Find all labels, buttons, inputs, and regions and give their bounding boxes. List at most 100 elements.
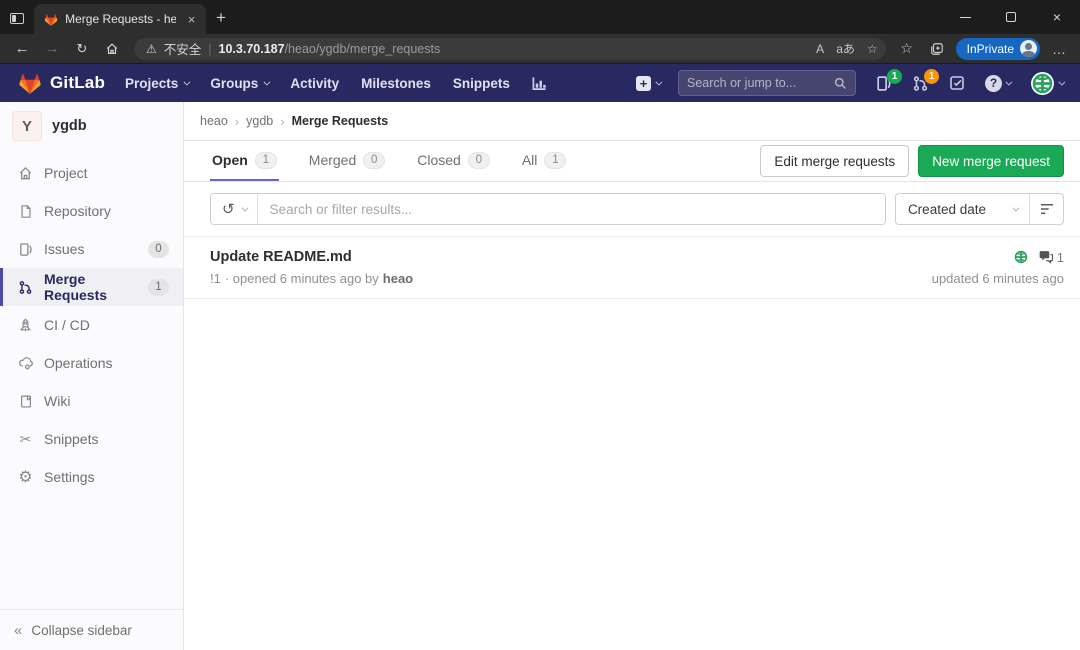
main-content: heao › ygdb › Merge Requests Open 1 Merg…: [184, 102, 1080, 650]
sidebar-item-issues[interactable]: Issues 0: [0, 230, 183, 268]
mr-comments-link[interactable]: 1: [1038, 250, 1064, 265]
issues-count-badge: 1: [887, 69, 902, 84]
back-icon[interactable]: ←: [8, 40, 36, 57]
tab-merged-label: Merged: [309, 152, 356, 168]
profile-avatar: [1020, 40, 1037, 57]
security-warning-icon[interactable]: ⚠: [146, 42, 157, 56]
merge-request-row[interactable]: Update README.md !1 · opened 6 minutes a…: [184, 237, 1080, 299]
sidebar-item-settings[interactable]: ⚙ Settings: [0, 458, 183, 496]
new-merge-request-button[interactable]: New merge request: [918, 145, 1064, 177]
gitlab-logo[interactable]: GitLab: [10, 71, 113, 95]
read-aloud-icon[interactable]: A: [816, 42, 824, 56]
tab-open-count: 1: [255, 152, 277, 169]
chevron-down-icon: [1005, 78, 1012, 85]
minimize-icon: [960, 17, 971, 18]
inprivate-badge[interactable]: InPrivate: [956, 38, 1040, 60]
favorites-icon[interactable]: ☆: [894, 40, 920, 57]
mr-author-link[interactable]: heao: [383, 271, 413, 286]
sort-dropdown[interactable]: Created date: [896, 194, 1029, 224]
tab-title: Merge Requests - heao / ygdb · GitLab: [65, 12, 176, 26]
tab-open[interactable]: Open 1: [210, 141, 279, 181]
issues-icon: [17, 242, 34, 257]
nav-activity[interactable]: Activity: [280, 64, 349, 102]
mr-title-link[interactable]: Update README.md: [210, 249, 932, 265]
tab-all[interactable]: All 1: [520, 141, 569, 181]
sidebar-item-label: Issues: [44, 241, 84, 257]
sidebar-project-link[interactable]: Y ygdb: [0, 102, 183, 150]
new-menu-button[interactable]: +: [630, 76, 666, 91]
home-icon[interactable]: [98, 42, 126, 56]
project-name: ygdb: [52, 118, 87, 134]
history-icon: ↺: [222, 200, 235, 218]
todos-button[interactable]: [942, 73, 972, 93]
home-icon: [17, 166, 34, 181]
merge-requests-dashboard-button[interactable]: 1: [905, 73, 936, 94]
mr-comments-count: 1: [1057, 250, 1064, 265]
close-button[interactable]: ×: [1034, 0, 1080, 34]
issues-dashboard-button[interactable]: 1: [868, 73, 899, 94]
sidebar-item-ci-cd[interactable]: CI / CD: [0, 306, 183, 344]
forward-icon[interactable]: →: [38, 40, 66, 57]
breadcrumb-group-link[interactable]: heao: [200, 114, 228, 128]
sidebar-item-repository[interactable]: Repository: [0, 192, 183, 230]
project-sidebar: Y ygdb Project Repository Issues 0 Merge…: [0, 102, 184, 650]
sidebar-item-project[interactable]: Project: [0, 154, 183, 192]
browser-tab[interactable]: Merge Requests - heao / ygdb · GitLab ×: [34, 4, 206, 34]
browser-menu-icon[interactable]: …: [1046, 41, 1072, 57]
maximize-button[interactable]: [988, 0, 1034, 34]
sidebar-item-snippets[interactable]: ✂ Snippets: [0, 420, 183, 458]
global-search-input[interactable]: [687, 76, 828, 90]
add-favorite-icon[interactable]: ☆: [867, 42, 878, 56]
minimize-button[interactable]: [942, 0, 988, 34]
collapse-label: Collapse sidebar: [31, 623, 132, 638]
translate-icon[interactable]: aあ: [836, 40, 855, 57]
user-menu-button[interactable]: [1023, 69, 1070, 98]
nav-snippets[interactable]: Snippets: [443, 64, 520, 102]
new-tab-button[interactable]: +: [206, 8, 238, 34]
breadcrumb-project-link[interactable]: ygdb: [246, 114, 273, 128]
tab-closed[interactable]: Closed 0: [415, 141, 492, 181]
search-history-button[interactable]: ↺: [211, 194, 258, 224]
sidebar-item-label: Repository: [44, 203, 111, 219]
gear-icon: ⚙: [17, 467, 34, 487]
mr-ref: !1: [210, 271, 221, 286]
nav-groups[interactable]: Groups: [200, 64, 278, 102]
refresh-icon[interactable]: ↻: [68, 41, 96, 57]
merge-requests-count: 1: [148, 279, 169, 296]
sort-direction-button[interactable]: [1029, 194, 1063, 224]
mr-meta: !1 · opened 6 minutes ago by heao: [210, 271, 932, 286]
chevron-down-icon: [264, 78, 271, 85]
help-menu-button[interactable]: ?: [978, 73, 1017, 94]
comments-icon: [1038, 250, 1053, 264]
sidebar-item-label: Merge Requests: [44, 271, 138, 303]
tab-all-count: 1: [544, 152, 566, 169]
address-divider: |: [208, 42, 211, 56]
breadcrumb-separator: ›: [235, 114, 239, 129]
charts-icon[interactable]: [522, 64, 557, 102]
nav-snippets-label: Snippets: [453, 76, 510, 91]
assignee-avatar-identicon[interactable]: [1013, 249, 1029, 265]
tab-close-icon[interactable]: ×: [183, 10, 200, 28]
sidebar-item-wiki[interactable]: Wiki: [0, 382, 183, 420]
mr-opened-text: · opened 6 minutes ago by: [225, 271, 379, 286]
tab-open-label: Open: [212, 152, 248, 168]
nav-milestones[interactable]: Milestones: [351, 64, 441, 102]
collections-icon[interactable]: [924, 42, 950, 56]
url-path: /heao/ygdb/merge_requests: [285, 42, 441, 56]
url-text[interactable]: 10.3.70.187/heao/ygdb/merge_requests: [219, 42, 810, 56]
tab-merged[interactable]: Merged 0: [307, 141, 387, 181]
maximize-icon: [1006, 12, 1016, 22]
edit-merge-requests-button[interactable]: Edit merge requests: [760, 145, 909, 177]
collapse-sidebar-button[interactable]: « Collapse sidebar: [0, 609, 183, 650]
tab-all-label: All: [522, 152, 538, 168]
global-search[interactable]: [678, 70, 856, 96]
book-icon: [17, 394, 34, 409]
nav-projects[interactable]: Projects: [115, 64, 198, 102]
sidebar-item-merge-requests[interactable]: Merge Requests 1: [0, 268, 183, 306]
address-bar[interactable]: ⚠ 不安全 | 10.3.70.187/heao/ygdb/merge_requ…: [134, 38, 886, 60]
filter-search-input[interactable]: [258, 194, 885, 224]
sidebar-item-operations[interactable]: Operations: [0, 344, 183, 382]
workspaces-button[interactable]: [0, 3, 34, 33]
gitlab-tanuki-icon: [18, 71, 42, 95]
user-avatar-identicon: [1030, 71, 1055, 96]
